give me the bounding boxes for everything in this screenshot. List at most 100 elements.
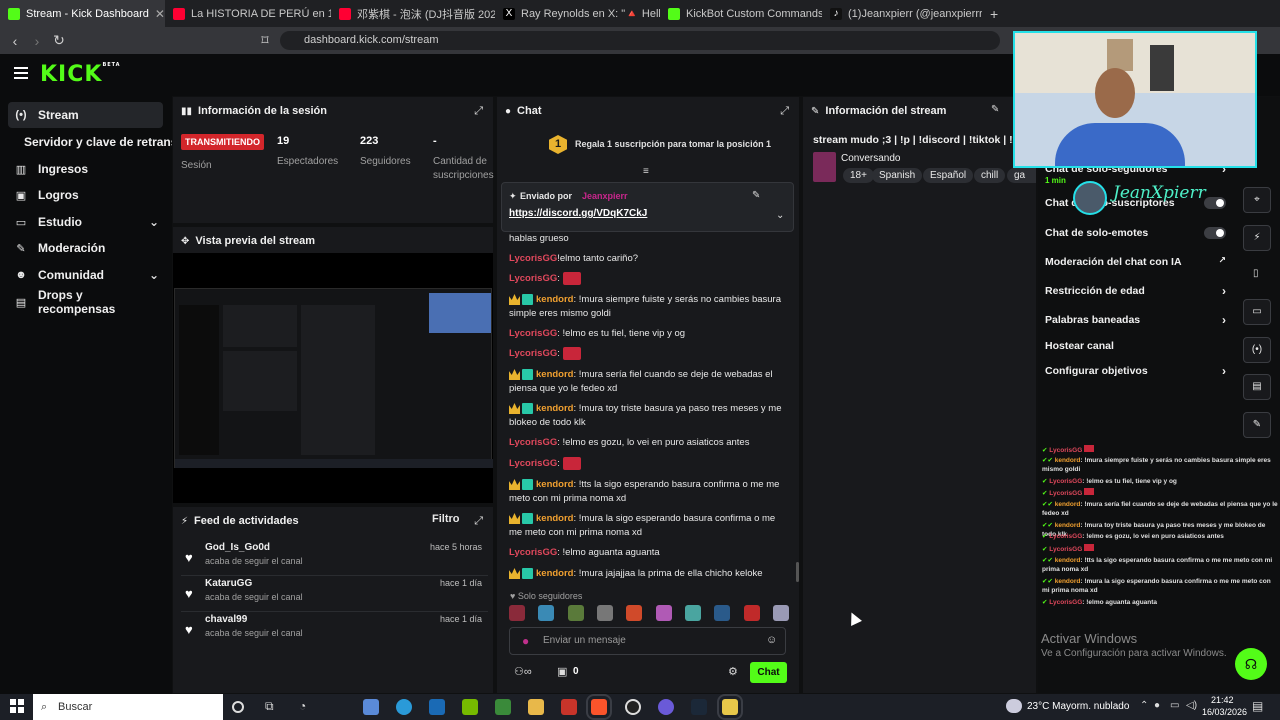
- emote-icon[interactable]: [743, 605, 760, 621]
- feed-user[interactable]: chaval99: [205, 614, 247, 625]
- broadcast-icon[interactable]: (•): [1243, 337, 1271, 363]
- microphone-icon[interactable]: ●: [522, 634, 529, 648]
- chat-input[interactable]: ● Enviar un mensaje ☺: [509, 627, 786, 655]
- stream-preview[interactable]: [173, 253, 493, 503]
- back-icon[interactable]: ‹: [4, 33, 26, 49]
- new-tab-button[interactable]: +: [982, 0, 1002, 27]
- points-icon[interactable]: ▣: [557, 665, 567, 678]
- message-user[interactable]: LycorisGG: [509, 437, 557, 448]
- sidebar-item-drops[interactable]: ▤ Drops y recompensas: [8, 288, 163, 316]
- tab-youtube-2[interactable]: 邓紫棋 - 泡沫 (DJ抖音版 2025) 为什么: [331, 0, 495, 27]
- feed-user[interactable]: KataruGG: [205, 578, 252, 589]
- clock-time[interactable]: 21:42: [1211, 695, 1234, 705]
- tab-kickbot[interactable]: KickBot Custom Commands: [660, 0, 822, 27]
- mod-row-ai-moderation[interactable]: Moderación del chat con IA ↗: [1045, 255, 1230, 268]
- chevron-down-icon[interactable]: ⌄: [776, 210, 784, 221]
- kick-logo[interactable]: KICKBETA: [40, 62, 121, 87]
- emote-icon[interactable]: [509, 605, 525, 621]
- tab-kick-dashboard[interactable]: Stream - Kick Dashboard ✕: [0, 0, 165, 27]
- wrench-icon[interactable]: ✎: [1243, 412, 1271, 438]
- steam-icon[interactable]: [691, 699, 707, 715]
- nvidia-icon[interactable]: [462, 699, 478, 715]
- menu-icon[interactable]: [14, 67, 28, 79]
- notification-icon[interactable]: ▤: [1252, 699, 1263, 713]
- collapse-icon[interactable]: ≡: [643, 166, 649, 177]
- emote-icon[interactable]: [538, 605, 555, 621]
- clock-date[interactable]: 16/03/2026: [1202, 707, 1247, 717]
- message-user[interactable]: kendord: [536, 568, 573, 579]
- tag[interactable]: Spanish: [872, 168, 923, 183]
- emote-icon[interactable]: [626, 605, 643, 621]
- url-field[interactable]: dashboard.kick.com/stream: [280, 31, 1000, 50]
- message-user[interactable]: LycorisGG: [509, 348, 557, 359]
- windows-start-icon[interactable]: [10, 699, 24, 713]
- pinned-link[interactable]: https://discord.gg/VDqK7CkJ: [509, 208, 647, 219]
- volume-icon[interactable]: ◁): [1186, 700, 1197, 711]
- message-user[interactable]: kendord: [536, 403, 573, 414]
- emote-icon[interactable]: [714, 605, 731, 621]
- category-name[interactable]: Conversando: [841, 153, 900, 164]
- emote-icon[interactable]: [684, 605, 701, 621]
- support-chat-button[interactable]: ☊: [1235, 648, 1267, 680]
- tab-tiktok[interactable]: ♪ (1)Jeanxpierr (@jeanxpierrr) | TikTok: [822, 0, 982, 27]
- weather-text[interactable]: 23°C Mayorm. nublado: [1027, 701, 1129, 712]
- mod-row-goals[interactable]: Configurar objetivos ›: [1045, 364, 1230, 378]
- emote-icon[interactable]: [596, 605, 613, 621]
- subs-only-toggle[interactable]: [1204, 197, 1226, 209]
- tray-up-icon[interactable]: ⌃: [1140, 700, 1148, 711]
- mail-icon[interactable]: [429, 699, 445, 715]
- message-user[interactable]: LycorisGG: [509, 458, 557, 469]
- store-icon[interactable]: [363, 699, 379, 715]
- sidebar-item-ingresos[interactable]: ▥ Ingresos: [8, 156, 163, 182]
- gear-icon[interactable]: ⚙: [728, 665, 738, 678]
- obs-icon[interactable]: [625, 699, 641, 715]
- microphone-icon[interactable]: ●: [1154, 700, 1160, 711]
- tab-x[interactable]: X Ray Reynolds en X: "🔺 Hello Games: [495, 0, 660, 27]
- tag[interactable]: chill: [974, 168, 1006, 183]
- bolt-icon[interactable]: ⚡: [1243, 225, 1271, 251]
- expand-icon[interactable]: ⤢: [474, 515, 483, 528]
- brave-icon[interactable]: [586, 694, 612, 720]
- edit-icon[interactable]: ✎: [991, 104, 999, 115]
- unpin-icon[interactable]: ✎: [752, 190, 760, 201]
- gift-sub-text[interactable]: Regala 1 suscripción para tomar la posic…: [575, 139, 771, 149]
- sidebar-item-server-key[interactable]: Servidor y clave de retransmisión: [20, 129, 172, 155]
- sidebar-item-estudio[interactable]: ▭ Estudio ⌄: [8, 209, 163, 235]
- forward-icon[interactable]: ›: [26, 33, 48, 49]
- feed-user[interactable]: God_Is_Go0d: [205, 542, 270, 553]
- emote-icon[interactable]: [772, 605, 789, 621]
- message-user[interactable]: LycorisGG: [509, 547, 557, 558]
- infinity-icon[interactable]: ⚇∞: [514, 665, 532, 678]
- bookmark-icon[interactable]: ⌑: [254, 32, 276, 49]
- chat-icon[interactable]: ▭: [1243, 299, 1271, 325]
- sidebar-item-moderacion[interactable]: ✎ Moderación: [8, 235, 163, 261]
- message-user[interactable]: kendord: [536, 479, 573, 490]
- app-icon[interactable]: [561, 699, 577, 715]
- sidebar-item-stream[interactable]: (•) Stream: [8, 102, 163, 128]
- chat-scrollbar[interactable]: [796, 562, 799, 582]
- mod-row-emotes-only[interactable]: Chat de solo-emotes: [1045, 227, 1230, 239]
- message-user[interactable]: kendord: [536, 369, 573, 380]
- document-icon[interactable]: ▯: [1253, 268, 1259, 279]
- message-user[interactable]: LycorisGG: [509, 328, 557, 339]
- emoji-icon[interactable]: ☺: [766, 634, 777, 646]
- app-icon[interactable]: [717, 694, 743, 720]
- expand-icon[interactable]: ⤢: [474, 105, 483, 118]
- target-icon[interactable]: ⌖: [1243, 187, 1271, 213]
- minecraft-icon[interactable]: [495, 699, 511, 715]
- tag[interactable]: Español: [923, 168, 974, 183]
- tag[interactable]: ga: [1007, 168, 1036, 183]
- message-user[interactable]: LycorisGG: [509, 273, 557, 284]
- sidebar-item-logros[interactable]: ▣ Logros: [8, 182, 163, 208]
- emotes-only-toggle[interactable]: [1204, 227, 1226, 239]
- copilot-icon[interactable]: ◔: [299, 699, 315, 715]
- printer-icon[interactable]: ▤: [1243, 374, 1271, 400]
- mod-row-host[interactable]: Hostear canal: [1045, 340, 1230, 352]
- expand-icon[interactable]: ⤢: [780, 105, 789, 118]
- emote-icon[interactable]: [655, 605, 672, 621]
- cortana-icon[interactable]: [232, 701, 244, 713]
- task-view-icon[interactable]: ⧉: [265, 699, 281, 715]
- network-icon[interactable]: ▭: [1170, 700, 1179, 711]
- close-tab-icon[interactable]: ✕: [149, 7, 165, 21]
- emote-icon[interactable]: [567, 605, 584, 621]
